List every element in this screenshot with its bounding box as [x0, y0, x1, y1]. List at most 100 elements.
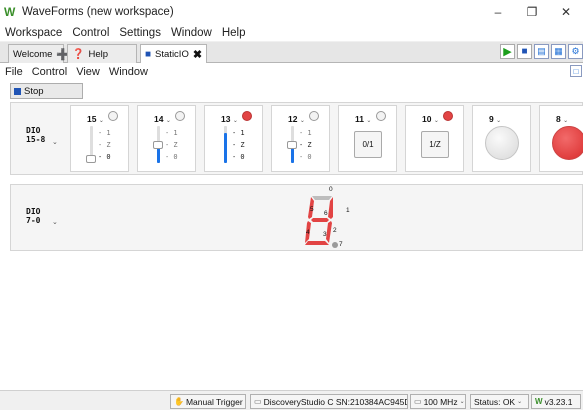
channel-12-card: 12 ⌄ - 1 - Z - 0	[271, 105, 330, 172]
channel-10-card: 10 ⌄ 1/Z	[405, 105, 464, 172]
status-bar: ✋ Manual Trigger ▭ DiscoveryStudio C SN:…	[0, 390, 583, 410]
menu-settings[interactable]: Settings	[119, 27, 161, 39]
channel-led-off	[309, 111, 319, 121]
channel-title[interactable]: 11 ⌄	[355, 114, 371, 124]
minimize-button[interactable]: –	[481, 0, 515, 24]
title-bar: W WaveForms (new workspace) – ❐ ✕	[0, 0, 583, 24]
version-badge[interactable]: W v3.23.1	[531, 394, 581, 409]
toggle-0-1-button[interactable]: 0/1	[354, 131, 382, 158]
chevron-down-icon: ⌄	[563, 118, 569, 124]
channel-14-card: 14 ⌄ - 1 - Z - 0	[137, 105, 196, 172]
menu-control[interactable]: Control	[72, 27, 109, 39]
seven-segment-svg	[305, 196, 338, 248]
app-logo: W	[4, 5, 16, 19]
chevron-down-icon: ⌄	[366, 118, 372, 124]
label-segment-f: 5	[310, 206, 314, 213]
tab-label: Welcome	[13, 48, 53, 60]
channel-title[interactable]: 9 ⌄	[489, 114, 501, 124]
channel-slider-thumb[interactable]	[153, 140, 163, 149]
label-segment-d: 3	[323, 231, 327, 238]
tab-help[interactable]: ❓ Help	[67, 44, 137, 63]
play-icon: ▶	[503, 46, 512, 58]
window-controls: – ❐ ✕	[481, 0, 583, 24]
restore-icon: ❐	[526, 5, 538, 19]
channel-slider-thumb[interactable]	[287, 140, 297, 149]
frequency-selector[interactable]: ▭ 100 MHz ⌄	[410, 394, 466, 409]
label-decimal-point: 7	[339, 241, 343, 248]
dock-button[interactable]: ▤	[534, 44, 549, 59]
gear-icon: ⚙	[571, 46, 580, 56]
scale-0: - 0	[299, 153, 312, 161]
group-dropdown-icon[interactable]: ⌄	[52, 138, 58, 146]
channel-9-card: 9 ⌄	[472, 105, 531, 172]
toggle-1-z-button[interactable]: 1/Z	[421, 131, 449, 158]
close-button[interactable]: ✕	[549, 0, 583, 24]
layout-button[interactable]: ▦	[551, 44, 566, 59]
slider-scale: - 1 - Z - 0	[232, 127, 245, 163]
scale-z: - Z	[98, 141, 111, 149]
hand-icon: ✋	[174, 397, 184, 406]
channel-title[interactable]: 14 ⌄	[154, 114, 171, 124]
channel-led-off	[108, 111, 118, 121]
frequency-label: 100 MHz	[423, 396, 458, 407]
undock-button[interactable]: □	[570, 65, 582, 77]
settings-button[interactable]: ⚙	[568, 44, 583, 59]
scale-0: - 0	[165, 153, 178, 161]
channel-slider-thumb[interactable]	[86, 155, 96, 163]
menu-view[interactable]: View	[76, 66, 100, 78]
dock-icon: ▤	[537, 46, 546, 56]
restore-button[interactable]: ❐	[515, 0, 549, 24]
label-segment-a: 0	[329, 186, 333, 193]
channel-led-off	[175, 111, 185, 121]
chevron-down-icon: ⌄	[459, 399, 465, 405]
menu-control[interactable]: Control	[32, 66, 67, 78]
slider-scale: - 1 - Z - 0	[165, 127, 178, 163]
channel-led-on	[443, 111, 453, 121]
scale-1: - 1	[165, 129, 178, 137]
trigger-label: Manual Trigger	[185, 396, 243, 407]
device-selector[interactable]: ▭ DiscoveryStudio C SN:210384AC945D	[250, 394, 408, 409]
channel-title[interactable]: 13 ⌄	[221, 114, 238, 124]
menu-window[interactable]: Window	[109, 66, 148, 78]
staticio-panel: File Control View Window □ Stop DIO 15-8…	[0, 63, 583, 390]
label-segment-g: 6	[324, 210, 328, 217]
chevron-down-icon: ⌄	[98, 118, 104, 124]
channel-big-led-off	[485, 126, 519, 160]
menu-help[interactable]: Help	[222, 27, 246, 39]
channel-8-card: 8 ⌄	[539, 105, 583, 172]
instrument-menu-bar: File Control View Window	[0, 63, 583, 81]
chevron-down-icon: ⌄	[433, 118, 439, 124]
menu-workspace[interactable]: Workspace	[5, 27, 62, 39]
scale-z: - Z	[232, 141, 245, 149]
help-icon: ❓	[72, 48, 85, 60]
channel-title[interactable]: 15 ⌄	[87, 114, 104, 124]
decimal-point	[332, 242, 338, 248]
group-label: DIO 7-0	[26, 207, 41, 225]
close-icon[interactable]: ✖	[193, 48, 202, 61]
scale-0: - 0	[232, 153, 245, 161]
chevron-down-icon: ⌄	[496, 118, 502, 124]
tab-staticio[interactable]: ■ StaticIO ✖	[140, 44, 207, 64]
group-dropdown-icon[interactable]: ⌄	[52, 218, 58, 226]
manual-trigger-button[interactable]: ✋ Manual Trigger	[170, 394, 246, 409]
segment-b	[328, 197, 333, 219]
scale-0: - 0	[98, 153, 111, 161]
channel-title[interactable]: 10 ⌄	[422, 114, 439, 124]
undock-icon: □	[573, 66, 579, 76]
channel-title[interactable]: 12 ⌄	[288, 114, 305, 124]
stop-all-button[interactable]: ■	[517, 44, 532, 59]
tab-welcome[interactable]: Welcome ➕	[8, 44, 70, 63]
channel-11-card: 11 ⌄ 0/1	[338, 105, 397, 172]
close-icon: ✕	[560, 5, 572, 19]
stop-button[interactable]: Stop	[10, 83, 83, 99]
status-indicator[interactable]: Status: OK ⌄	[470, 394, 529, 409]
menu-file[interactable]: File	[5, 66, 23, 78]
menu-window[interactable]: Window	[171, 27, 212, 39]
channel-led-off	[376, 111, 386, 121]
scale-z: - Z	[299, 141, 312, 149]
waveforms-logo-icon: W	[535, 397, 543, 406]
channel-title[interactable]: 8 ⌄	[556, 114, 568, 124]
channel-led-on	[242, 111, 252, 121]
channel-slider-track[interactable]	[224, 126, 227, 163]
run-button[interactable]: ▶	[500, 44, 515, 59]
